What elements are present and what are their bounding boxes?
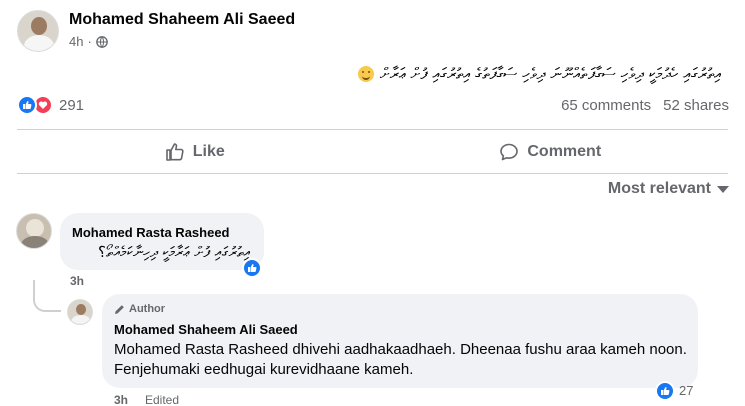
divider-top [17, 129, 728, 130]
comments-count-link[interactable]: 65 comments [561, 97, 651, 114]
reply-author[interactable]: Mohamed Shaheem Ali Saeed [114, 322, 298, 337]
meta-separator: · [87, 34, 92, 49]
comment-button-label: Comment [527, 143, 602, 160]
post-text: އިތުރުގައި ހެދުމަކީ ދިވެހި ސަގާފަތެއްނޫނ… [357, 64, 721, 84]
pencil-icon [115, 304, 124, 314]
reactions-summary[interactable]: 291 [17, 95, 84, 115]
comment-text: އިތުރުގައި ފުށް ޢަރާމަކީ ދިހިނާކަމެއްތޯ؟ [98, 243, 250, 261]
comment-bubble: Mohamed Rasta Rasheed އިތުރުގައި ފުށް ޢަ… [60, 213, 264, 270]
reply-avatar[interactable] [67, 299, 93, 325]
post-text-content: އިތުރުގައި ހެދުމަކީ ދިވެހި ސަގާފަތެއްނޫނ… [379, 64, 721, 83]
reply-thread-line [33, 280, 61, 312]
comment-button[interactable]: Comment [373, 132, 729, 172]
author-badge-label: Author [129, 303, 166, 315]
reactions-count: 291 [59, 96, 85, 114]
post-time[interactable]: 4h [69, 34, 83, 49]
reply-bubble: Author Mohamed Shaheem Ali Saeed Mohamed… [102, 294, 698, 388]
comment-sort-dropdown[interactable]: Most relevant [608, 180, 729, 198]
post-meta: 4h · [69, 34, 108, 49]
comment-avatar[interactable] [16, 213, 52, 249]
reply-text: Mohamed Rasta Rasheed dhivehi aadhakaadh… [114, 341, 687, 378]
reply-edited-label: Edited [145, 393, 180, 406]
reply-like-reaction-icon[interactable] [655, 381, 675, 401]
speech-bubble-icon [500, 143, 519, 161]
thumbs-up-icon [165, 143, 184, 161]
divider-bottom [17, 173, 728, 174]
smile-emoji-icon [357, 66, 374, 82]
comment-time[interactable]: 3h [70, 274, 84, 288]
engagement-counts: 65 comments 52 shares [561, 97, 729, 114]
comment-author[interactable]: Mohamed Rasta Rasheed [72, 225, 230, 240]
reply-likes-count[interactable]: 27 [679, 383, 693, 398]
chevron-down-icon [717, 185, 729, 193]
author-badge: Author [114, 303, 165, 315]
comment-like-reaction-icon[interactable] [242, 258, 262, 278]
like-button[interactable]: Like [17, 132, 373, 172]
post-author-avatar[interactable] [17, 10, 59, 52]
reply-time[interactable]: 3h [114, 393, 128, 406]
sort-label: Most relevant [607, 180, 711, 197]
like-button-label: Like [192, 143, 225, 160]
post-actions-bar: Like Comment [17, 132, 728, 172]
like-reaction-icon [17, 95, 37, 115]
globe-icon [95, 35, 108, 48]
shares-count-link[interactable]: 52 shares [663, 97, 729, 114]
post-author-name[interactable]: Mohamed Shaheem Ali Saeed [69, 11, 295, 29]
